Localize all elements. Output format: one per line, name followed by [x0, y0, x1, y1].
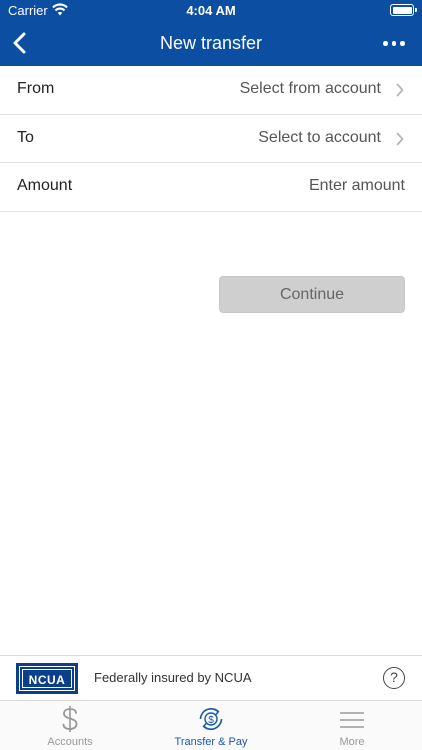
- status-time: 4:04 AM: [186, 3, 236, 18]
- transfer-pay-icon: $: [199, 708, 223, 730]
- dollar-icon: [62, 706, 78, 732]
- ncua-logo-text: NCUA: [28, 673, 66, 687]
- chevron-right-icon: [396, 83, 404, 97]
- to-account-row[interactable]: To Select to account: [0, 115, 422, 163]
- amount-label: Amount: [17, 177, 73, 194]
- to-account-value: Select to account: [258, 128, 381, 146]
- insurance-footer: NCUA Federally insured by NCUA ?: [0, 655, 422, 700]
- tab-more[interactable]: More: [282, 701, 422, 750]
- continue-button[interactable]: Continue: [219, 276, 405, 313]
- svg-text:$: $: [208, 715, 214, 726]
- tab-accounts[interactable]: Accounts: [0, 701, 140, 750]
- tab-label: Transfer & Pay: [174, 736, 248, 748]
- ncua-logo: NCUA: [16, 663, 78, 694]
- from-account-value: Select from account: [239, 80, 381, 97]
- insured-text: Federally insured by NCUA: [94, 670, 252, 685]
- tab-transfer-pay[interactable]: $ Transfer & Pay: [141, 701, 281, 750]
- ellipsis-icon[interactable]: [382, 34, 406, 52]
- page-title: New transfer: [159, 33, 263, 53]
- help-icon[interactable]: ?: [383, 667, 405, 689]
- amount-field[interactable]: Enter amount: [309, 177, 405, 195]
- to-label: To: [17, 128, 34, 146]
- tab-bar: Accounts $ Transfer & Pay More: [0, 700, 422, 750]
- tab-label: More: [339, 736, 365, 748]
- transfer-form: From Select from account To Select to ac…: [0, 66, 422, 212]
- amount-row[interactable]: Amount Enter amount: [0, 163, 422, 212]
- tab-label: Accounts: [47, 736, 93, 748]
- chevron-right-icon: [396, 132, 404, 145]
- from-account-row[interactable]: From Select from account: [0, 66, 422, 115]
- menu-icon: [340, 712, 364, 728]
- status-bar: Carrier 4:04 AM: [0, 0, 422, 22]
- battery-icon: [390, 4, 417, 16]
- from-label: From: [17, 80, 55, 97]
- app-header: Carrier 4:04 AM New transfer: [0, 0, 422, 66]
